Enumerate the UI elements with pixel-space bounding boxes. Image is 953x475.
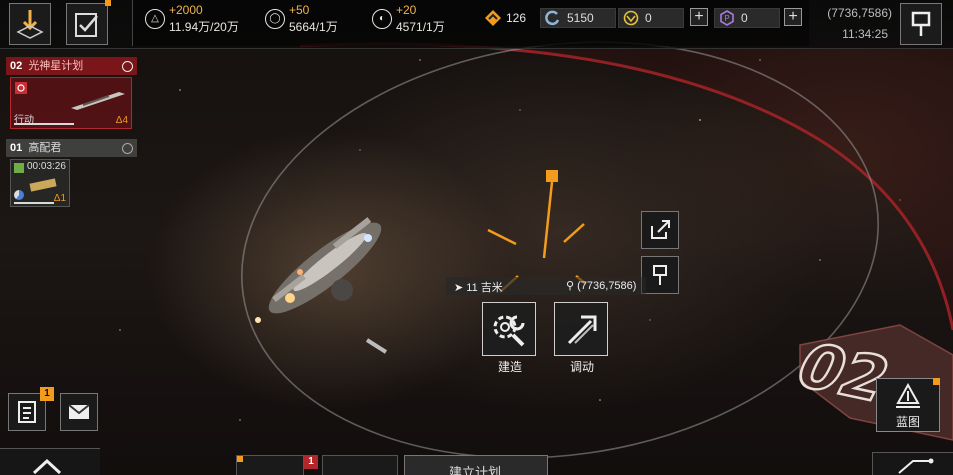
resource-energy[interactable]: ◯ +50 5664/1万 xyxy=(265,3,365,43)
build-plan-tab[interactable]: 建立计划 xyxy=(404,455,548,475)
map-pin-icon xyxy=(653,265,667,285)
fleet-timer: 00:03:26 xyxy=(27,161,66,172)
build-plan-label: 建立计划 xyxy=(448,465,501,475)
target-coords-value: (7736,7586) xyxy=(577,280,637,292)
dispatch-arrow-icon xyxy=(567,315,597,345)
target-icon xyxy=(15,82,27,94)
map-pin-icon xyxy=(911,11,931,36)
resource-income: +50 xyxy=(289,3,310,17)
resource-income: +2000 xyxy=(169,3,203,17)
tasks-button[interactable] xyxy=(66,0,111,45)
fleet-progress xyxy=(14,202,54,204)
rank-display[interactable]: 126 xyxy=(482,8,532,28)
blueprint-icon xyxy=(896,383,920,408)
rank-icon xyxy=(485,10,501,26)
resource-minerals[interactable]: △ +2000 11.94万/20万 xyxy=(145,3,255,43)
orbit-marker xyxy=(365,338,388,354)
chevron-up-icon xyxy=(32,458,62,475)
bottom-left-menu[interactable] xyxy=(0,448,100,475)
add-gold-button[interactable]: + xyxy=(690,8,708,26)
add-premium-button[interactable]: + xyxy=(784,8,802,26)
fleet-name: 光神星计划 xyxy=(28,60,84,72)
target-marker[interactable] xyxy=(546,170,558,182)
bottom-right-menu[interactable] xyxy=(872,452,953,475)
credits-icon xyxy=(545,10,560,26)
ship-sprite[interactable] xyxy=(255,211,391,326)
rank-value: 126 xyxy=(506,11,527,25)
fleet-header-01[interactable]: 01 高配君 xyxy=(6,139,137,157)
player-coords: (7736,7586) xyxy=(827,6,892,20)
bottom-slot-2[interactable] xyxy=(322,455,398,475)
fleet-level-value: 4 xyxy=(122,115,128,126)
fleet-number: 01 xyxy=(10,142,23,154)
gold-value: 0 xyxy=(645,11,652,25)
resource-amount: 11.94万/20万 xyxy=(169,20,239,34)
fleet-number: 02 xyxy=(10,60,23,72)
slot-corner xyxy=(237,456,243,462)
target-info-bar: ➤ 11 吉米 ⚲ (7736,7586) xyxy=(446,277,646,295)
premium-display[interactable]: P 0 xyxy=(714,8,780,28)
dispatch-label: 调动 xyxy=(569,360,594,374)
fleet-card-02[interactable]: 行动 Δ4 xyxy=(10,77,132,129)
resource-amount: 4571/1万 xyxy=(396,20,445,34)
resource-income: +20 xyxy=(396,3,417,17)
base-icon xyxy=(16,10,44,39)
premium-icon: P xyxy=(720,10,734,26)
distance-value: 11 吉米 xyxy=(466,282,503,294)
credits-value: 5150 xyxy=(567,11,594,25)
cargo-ship-icon xyxy=(29,178,57,192)
blueprint-label: 蓝图 xyxy=(895,415,920,429)
gold-display[interactable]: 0 xyxy=(618,8,684,28)
fleet-level: Δ4 xyxy=(115,115,128,126)
resource-crystal[interactable]: ◐ +20 4571/1万 xyxy=(372,3,472,43)
base-button[interactable] xyxy=(9,3,51,45)
circuit-icon xyxy=(898,458,934,474)
target-coords-label: ⚲ (7736,7586) xyxy=(566,280,637,292)
resource-amount: 5664/1万 xyxy=(289,20,338,34)
fleet-progress xyxy=(14,123,74,125)
blueprint-alert-dot xyxy=(933,378,940,385)
crystal-icon: ◐ xyxy=(372,9,392,29)
share-icon xyxy=(651,220,670,239)
fleet-collapse-icon[interactable] xyxy=(122,61,133,72)
bottom-slot-1[interactable] xyxy=(236,455,304,475)
build-button[interactable] xyxy=(482,302,536,356)
fleet-collapse-icon[interactable] xyxy=(122,143,133,154)
fleet-ship-icon xyxy=(71,92,125,110)
bookmark-button[interactable] xyxy=(900,3,942,45)
svg-text:P: P xyxy=(724,14,729,23)
fleet-name: 高配君 xyxy=(28,142,62,154)
dispatch-button[interactable] xyxy=(554,302,608,356)
mission-log-button[interactable]: 1 xyxy=(8,387,54,431)
envelope-icon xyxy=(68,404,90,419)
cargo-pie-icon xyxy=(14,190,24,200)
mark-location-button[interactable] xyxy=(641,256,679,294)
ring-icon: ◯ xyxy=(265,9,285,29)
distance-label: ➤ 11 吉米 xyxy=(454,282,503,294)
mining-icon xyxy=(14,163,24,173)
top-bar: △ +2000 11.94万/20万 ◯ +50 5664/1万 ◐ +20 4… xyxy=(0,0,953,49)
credits-display[interactable]: 5150 xyxy=(540,8,616,28)
triangle-icon: △ xyxy=(145,9,165,29)
target-reticle xyxy=(487,181,587,293)
blueprint-button[interactable]: 蓝图 xyxy=(876,378,940,432)
wrench-gear-icon xyxy=(493,315,525,347)
mission-badge: 1 xyxy=(40,387,54,401)
checklist-icon xyxy=(75,13,98,37)
game-clock: 11:34:25 xyxy=(842,27,888,41)
tasks-alert-dot xyxy=(105,0,111,6)
fleet-card-01[interactable]: 00:03:26 Δ1 xyxy=(10,159,70,207)
fleet-header-02[interactable]: 02 光神星计划 xyxy=(6,57,137,75)
build-label: 建造 xyxy=(497,360,522,374)
fleet-level: Δ1 xyxy=(53,193,66,204)
mail-button[interactable] xyxy=(60,393,98,431)
gold-icon xyxy=(623,10,639,26)
share-button[interactable] xyxy=(641,211,679,249)
slot-badge: 1 xyxy=(304,455,318,469)
fleet-level-value: 1 xyxy=(60,193,66,204)
premium-value: 0 xyxy=(741,11,748,25)
